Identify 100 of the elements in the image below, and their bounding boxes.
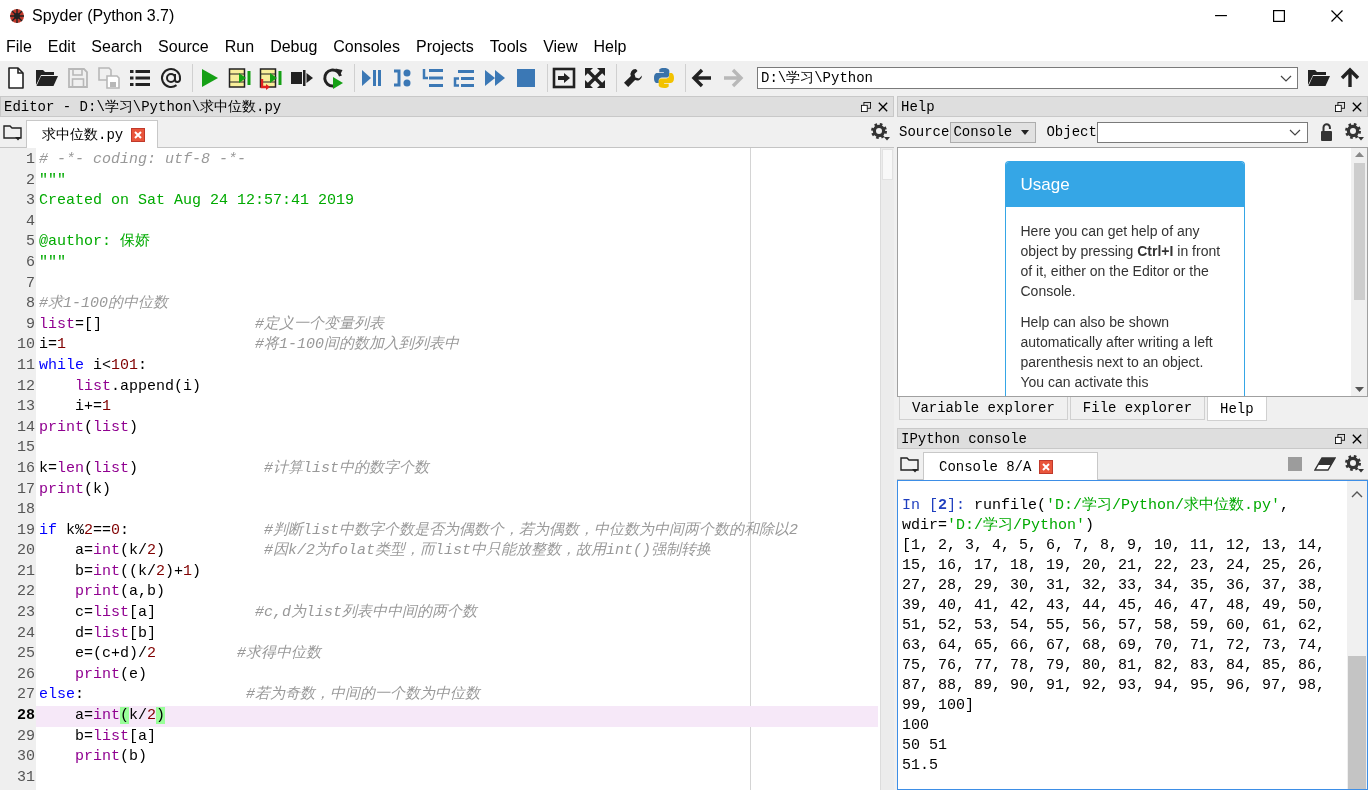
folder-menu-icon[interactable] [3, 123, 23, 141]
vertical-scrollbar[interactable] [1351, 148, 1367, 396]
line-number: 22 [16, 582, 36, 603]
vertical-scrollbar[interactable] [1347, 481, 1367, 789]
code-line: print(list) [38, 417, 140, 438]
line-number: 12 [16, 376, 36, 397]
pane-title: IPython console [901, 430, 1029, 447]
console-line: 39, 40, 41, 42, 43, 44, 45, 46, 47, 48, 49, 50, [902, 596, 1327, 616]
line-number: 17 [16, 479, 36, 500]
line-number: 25 [16, 644, 36, 665]
line-number: 9 [25, 314, 36, 335]
minimize-icon[interactable] [1215, 15, 1227, 17]
menu-item[interactable]: Run [224, 37, 255, 56]
left-arrow-icon[interactable] [690, 66, 714, 90]
line-number: 2 [25, 170, 36, 191]
restore-window-icon[interactable] [861, 101, 871, 112]
scroll-down-icon[interactable] [1354, 387, 1364, 392]
menu-item[interactable]: Debug [270, 37, 318, 56]
code-line: else: #若为奇数，中间的一个数为中位数 [38, 685, 482, 706]
source-label: Source [899, 124, 950, 140]
folder-menu-icon[interactable] [900, 455, 920, 473]
line-number: 15 [16, 438, 36, 459]
line-number: 19 [16, 520, 36, 541]
console-output[interactable] [897, 480, 1368, 790]
dock-tab[interactable]: File explorer [1069, 397, 1206, 420]
code-line: while i<101: [38, 355, 149, 376]
line-number: 20 [16, 541, 36, 562]
console-line: 100 [902, 716, 930, 736]
stop-icon[interactable] [514, 66, 538, 90]
code-line: list.append(i) [74, 376, 203, 397]
at-sign-icon[interactable] [159, 66, 183, 90]
wrench-icon[interactable] [621, 66, 645, 90]
menu-item[interactable]: Consoles [333, 37, 400, 56]
line-number: 13 [16, 397, 36, 418]
step-into-icon[interactable] [421, 66, 445, 90]
code-line: e=(c+d)/2 #求得中位数 [74, 644, 323, 665]
menu-item[interactable]: Help [593, 37, 627, 56]
fullscreen-arrows-icon[interactable] [583, 66, 607, 90]
close-icon[interactable] [1352, 101, 1362, 112]
close-icon[interactable] [1352, 433, 1362, 444]
unlocked-padlock-icon[interactable] [1320, 123, 1335, 141]
code-line: d=list[b] [74, 623, 158, 644]
maximize-pane-icon[interactable] [552, 66, 576, 90]
chevron-down-icon [1280, 74, 1292, 82]
line-number: 27 [16, 685, 36, 706]
object-combo-field[interactable] [1096, 121, 1308, 143]
chevron-up-icon[interactable] [1351, 491, 1363, 498]
menu-item[interactable]: Tools [489, 37, 528, 56]
menu-item[interactable]: Source [158, 37, 209, 56]
object-label: Object [1046, 124, 1097, 140]
code-line: c=list[a] #c,d为list列表中中间的两个数 [74, 603, 479, 624]
rerun-icon[interactable] [321, 66, 345, 90]
python-logo-icon[interactable] [652, 66, 676, 90]
path-combo[interactable]: D:\学习\Python [757, 67, 1298, 89]
line-number: 31 [16, 767, 36, 788]
line-number: 24 [16, 623, 36, 644]
scrollbar-thumb[interactable] [882, 149, 893, 180]
console-line: 87, 88, 89, 90, 91, 92, 93, 94, 95, 96, 97, 98, [902, 676, 1327, 696]
code-line: list=[] #定义一个变量列表 [38, 314, 386, 335]
dock-tab[interactable]: Variable explorer [899, 397, 1068, 420]
restore-window-icon[interactable] [1335, 433, 1345, 444]
code-line: @author: 保娇 [38, 232, 151, 253]
editor-tab[interactable]: 求中位数.py [26, 120, 159, 148]
source-dropdown[interactable]: Console [950, 121, 1037, 143]
close-icon[interactable] [1331, 10, 1343, 22]
dock-tab[interactable]: Help [1207, 397, 1267, 421]
run-cell-advance-icon[interactable] [259, 66, 283, 90]
line-number: 29 [16, 726, 36, 747]
code-line: print(k) [38, 479, 113, 500]
line-number: 1 [25, 150, 36, 170]
menu-item[interactable]: Edit [47, 37, 76, 56]
scroll-up-icon[interactable] [1354, 152, 1364, 157]
code-line: print(a,b) [74, 582, 167, 603]
up-arrow-icon[interactable] [1338, 66, 1362, 90]
code-line: b=int((k/2)+1) [74, 561, 203, 582]
menu-item[interactable]: Projects [416, 37, 474, 56]
console-line: 99, 100] [902, 696, 975, 716]
line-number: 18 [16, 500, 36, 521]
console-tab[interactable]: Console 8/A [923, 452, 1099, 480]
settings-icon[interactable] [870, 122, 890, 142]
line-number: 5 [25, 232, 36, 253]
close-icon[interactable] [878, 101, 888, 112]
line-number: 30 [16, 747, 36, 768]
scrollbar-thumb[interactable] [1348, 656, 1366, 789]
settings-icon[interactable] [1344, 454, 1364, 474]
restore-window-icon[interactable] [1335, 101, 1345, 112]
scrollbar-thumb[interactable] [1353, 163, 1365, 300]
menu-item[interactable]: Search [91, 37, 143, 56]
settings-icon[interactable] [1344, 122, 1364, 142]
code-line: print(b) [74, 747, 149, 768]
menu-item[interactable]: File [6, 37, 32, 56]
maximize-icon[interactable] [1273, 10, 1285, 22]
pane-title: Editor - D:\学习\Python\求中位数.py [4, 97, 283, 116]
code-line: i+=1 [74, 397, 113, 418]
menu-item[interactable]: View [543, 37, 578, 56]
line-number: 4 [25, 211, 36, 232]
console-line: wdir='D:/学习/Python') [902, 516, 1096, 536]
eraser-icon[interactable] [1314, 457, 1336, 471]
vertical-scrollbar[interactable] [880, 148, 894, 790]
run-cell-icon[interactable] [228, 66, 252, 90]
